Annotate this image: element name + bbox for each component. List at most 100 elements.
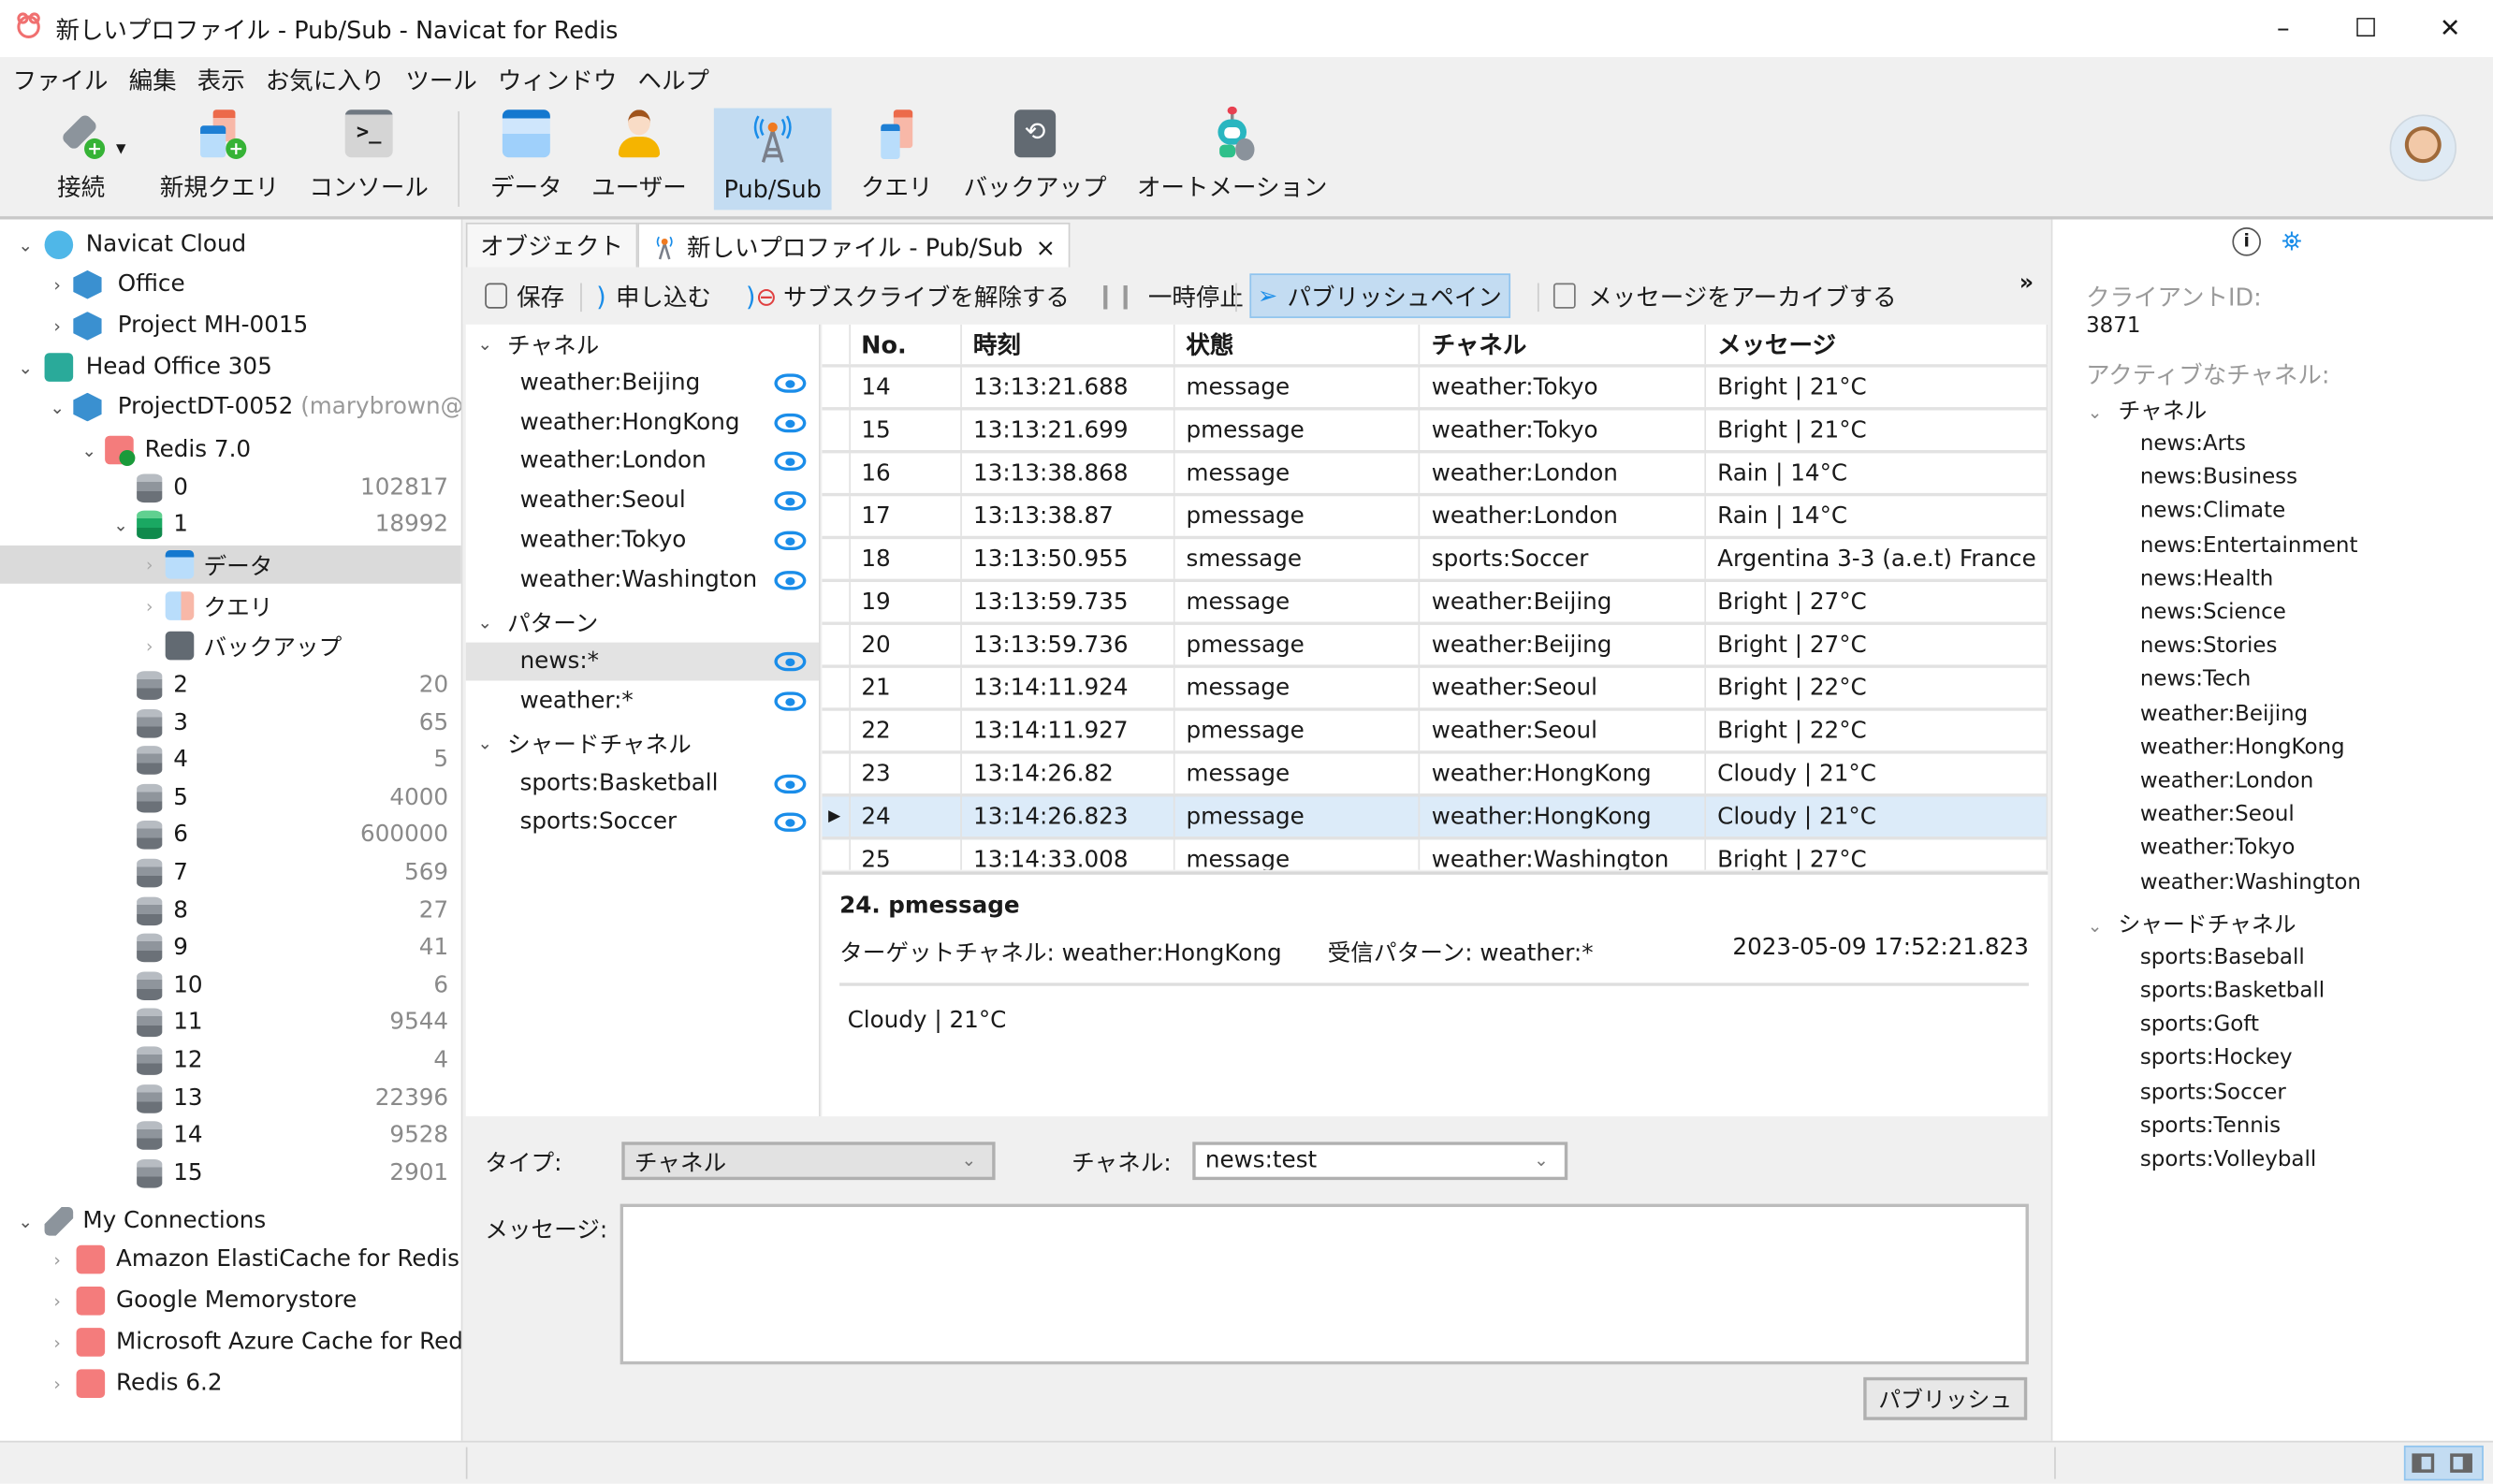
column-header[interactable]: 状態 (1174, 324, 1421, 365)
channel-list-item[interactable]: weather:Tokyo (466, 521, 819, 560)
chevron-down-icon[interactable]: ⌄ (2088, 916, 2103, 937)
tree-item-db-10[interactable]: 10 6 (0, 967, 461, 1005)
chevron-down-icon[interactable]: ⌄ (80, 440, 98, 460)
tree-item-query[interactable]: › クエリ (0, 587, 461, 625)
shard-channel-group-header[interactable]: ⌄ シャードチャネル (466, 724, 819, 763)
tree-item-redis-70[interactable]: ⌄ Redis 7.0 (0, 431, 461, 470)
table-row[interactable]: 14 13:13:21.688 message weather:Tokyo Bright… (822, 367, 2048, 411)
active-channel-item[interactable]: news:Business (2140, 465, 2297, 490)
eye-icon[interactable] (774, 813, 807, 833)
chevron-down-icon[interactable]: ⌄ (2088, 402, 2103, 423)
info-icon[interactable]: i (2232, 227, 2261, 256)
tree-item-head-office[interactable]: ⌄ Head Office 305 (0, 348, 461, 386)
minimize-button[interactable]: – (2247, 7, 2320, 48)
tree-item-azure-cache[interactable]: › Microsoft Azure Cache for Redis (0, 1323, 461, 1361)
toolbar-console-button[interactable]: >_ コンソール (302, 109, 436, 211)
chevron-right-icon[interactable]: › (140, 635, 159, 656)
menu-favorites[interactable]: お気に入り (266, 63, 385, 96)
tree-item-db-1[interactable]: ⌄ 1 18992 (0, 505, 461, 544)
table-row[interactable]: 23 13:14:26.82 message weather:HongKong Clou… (822, 753, 2048, 797)
table-row[interactable]: 20 13:13:59.736 pmessage weather:Beijing Bri… (822, 624, 2048, 668)
archive-messages-button[interactable]: メッセージをアーカイブする (1547, 273, 1903, 318)
active-channel-item[interactable]: sports:Baseball (2140, 944, 2305, 969)
chevron-down-icon[interactable]: ⌄ (475, 612, 494, 633)
eye-icon[interactable] (774, 413, 807, 432)
active-channel-item[interactable]: sports:Tennis (2140, 1113, 2281, 1138)
table-row[interactable]: 18 13:13:50.955 smessage sports:Soccer Argen… (822, 539, 2048, 583)
table-row[interactable]: ▶ 24 13:14:26.823 pmessage weather:HongKong C… (822, 796, 2048, 840)
tree-item-redis-62[interactable]: › Redis 6.2 (0, 1364, 461, 1403)
message-input[interactable] (620, 1203, 2029, 1365)
broadcast-icon[interactable]: ⛯ (2282, 226, 2302, 257)
close-button[interactable]: ✕ (2413, 7, 2486, 48)
table-row[interactable]: 21 13:14:11.924 message weather:Seoul Bright… (822, 667, 2048, 711)
column-header[interactable]: No. (850, 324, 962, 365)
toolbar-query-button[interactable]: クエリ (853, 109, 941, 211)
tree-item-office[interactable]: › Office (0, 266, 461, 304)
active-channel-item[interactable]: news:Climate (2140, 499, 2285, 524)
tab-objects[interactable]: オブジェクト (465, 222, 638, 268)
table-row[interactable]: 22 13:14:11.927 pmessage weather:Seoul Brigh… (822, 710, 2048, 754)
tree-item-db-7[interactable]: 7 569 (0, 854, 461, 893)
menu-edit[interactable]: 編集 (129, 63, 177, 96)
toolbar-data-button[interactable]: データ (483, 109, 569, 211)
active-channel-item[interactable]: news:Health (2140, 566, 2273, 591)
active-channel-item[interactable]: sports:Goft (2140, 1011, 2259, 1037)
eye-icon[interactable] (774, 531, 807, 550)
menu-help[interactable]: ヘルプ (637, 63, 708, 96)
table-row[interactable]: 16 13:13:38.868 message weather:London Rain … (822, 453, 2048, 497)
publish-pane-toggle[interactable]: ➢ パブリッシュペイン (1249, 273, 1510, 318)
channel-list-item[interactable]: weather:HongKong (466, 403, 819, 442)
unsubscribe-button[interactable]: )⊖ サブスクライブを解除する (739, 273, 1076, 318)
channel-list-item[interactable]: weather:* (466, 682, 819, 720)
channel-list-item[interactable]: sports:Soccer (466, 804, 819, 842)
active-channel-item[interactable]: weather:Beijing (2140, 701, 2308, 726)
tab-pubsub-profile[interactable]: 新しいプロファイル - Pub/Sub × (637, 222, 1071, 270)
channel-list-item[interactable]: weather:Beijing (466, 364, 819, 402)
column-header[interactable]: メッセージ (1706, 324, 2048, 365)
chevron-right-icon[interactable]: › (140, 554, 159, 575)
channel-list-item[interactable]: weather:Seoul (466, 482, 819, 520)
eye-icon[interactable] (774, 774, 807, 793)
toolbar-pubsub-button[interactable]: Pub/Sub (713, 108, 832, 211)
column-header[interactable]: 時刻 (962, 324, 1175, 365)
channel-select[interactable]: news:test ⌄ (1192, 1142, 1568, 1181)
chevron-right-icon[interactable]: › (48, 1290, 66, 1311)
channel-group-header[interactable]: ⌄ チャネル (466, 325, 819, 363)
channel-list-item[interactable]: weather:Washington (466, 560, 819, 599)
maximize-button[interactable]: ☐ (2329, 7, 2402, 48)
publish-button[interactable]: パブリッシュ (1863, 1376, 2028, 1420)
toolbar-backup-button[interactable]: ⟲ バックアップ (960, 109, 1110, 211)
left-pane-toggle-icon[interactable] (2412, 1453, 2435, 1473)
tree-item-backup[interactable]: › バックアップ (0, 627, 461, 665)
toolbar-new-query-button[interactable]: + 新規クエリ (156, 109, 284, 211)
tree-item-google-memorystore[interactable]: › Google Memorystore (0, 1282, 461, 1320)
active-channel-item[interactable]: sports:Soccer (2140, 1079, 2286, 1104)
chevron-right-icon[interactable]: › (140, 596, 159, 617)
chevron-down-icon[interactable]: ⌄ (48, 397, 66, 417)
toolbar-overflow-button[interactable]: » (2019, 270, 2034, 296)
right-pane-toggle-icon[interactable] (2450, 1453, 2472, 1473)
tree-item-db-12[interactable]: 12 4 (0, 1041, 461, 1080)
active-channel-item[interactable]: sports:Basketball (2140, 978, 2325, 1003)
tree-item-db-9[interactable]: 9 41 (0, 929, 461, 968)
channel-list-item[interactable]: news:* (465, 642, 819, 681)
chevron-right-icon[interactable]: › (48, 274, 66, 295)
tree-item-db-0[interactable]: 0 102817 (0, 469, 461, 507)
active-channel-item[interactable]: weather:London (2140, 768, 2313, 793)
eye-icon[interactable] (774, 452, 807, 472)
channel-list-item[interactable]: sports:Basketball (466, 764, 819, 803)
menu-tools[interactable]: ツール (405, 63, 476, 96)
tree-item-db-4[interactable]: 45 (0, 741, 461, 779)
tab-close-icon[interactable]: × (1036, 233, 1056, 262)
active-channel-item[interactable]: weather:Washington (2140, 869, 2361, 895)
tree-item-db-14[interactable]: 14 9528 (0, 1116, 461, 1155)
active-channel-item[interactable]: sports:Hockey (2140, 1045, 2293, 1070)
active-channel-item[interactable]: news:Tech (2140, 667, 2251, 692)
chevron-down-icon[interactable]: ⌄ (475, 734, 494, 754)
tree-item-db-2[interactable]: 2 20 (0, 666, 461, 705)
pattern-group-header[interactable]: ⌄ パターン (466, 603, 819, 641)
active-shard-group[interactable]: ⌄ シャードチャネル (2088, 908, 2296, 939)
chevron-right-icon[interactable]: › (48, 1374, 66, 1394)
active-channel-item[interactable]: weather:HongKong (2140, 735, 2345, 760)
